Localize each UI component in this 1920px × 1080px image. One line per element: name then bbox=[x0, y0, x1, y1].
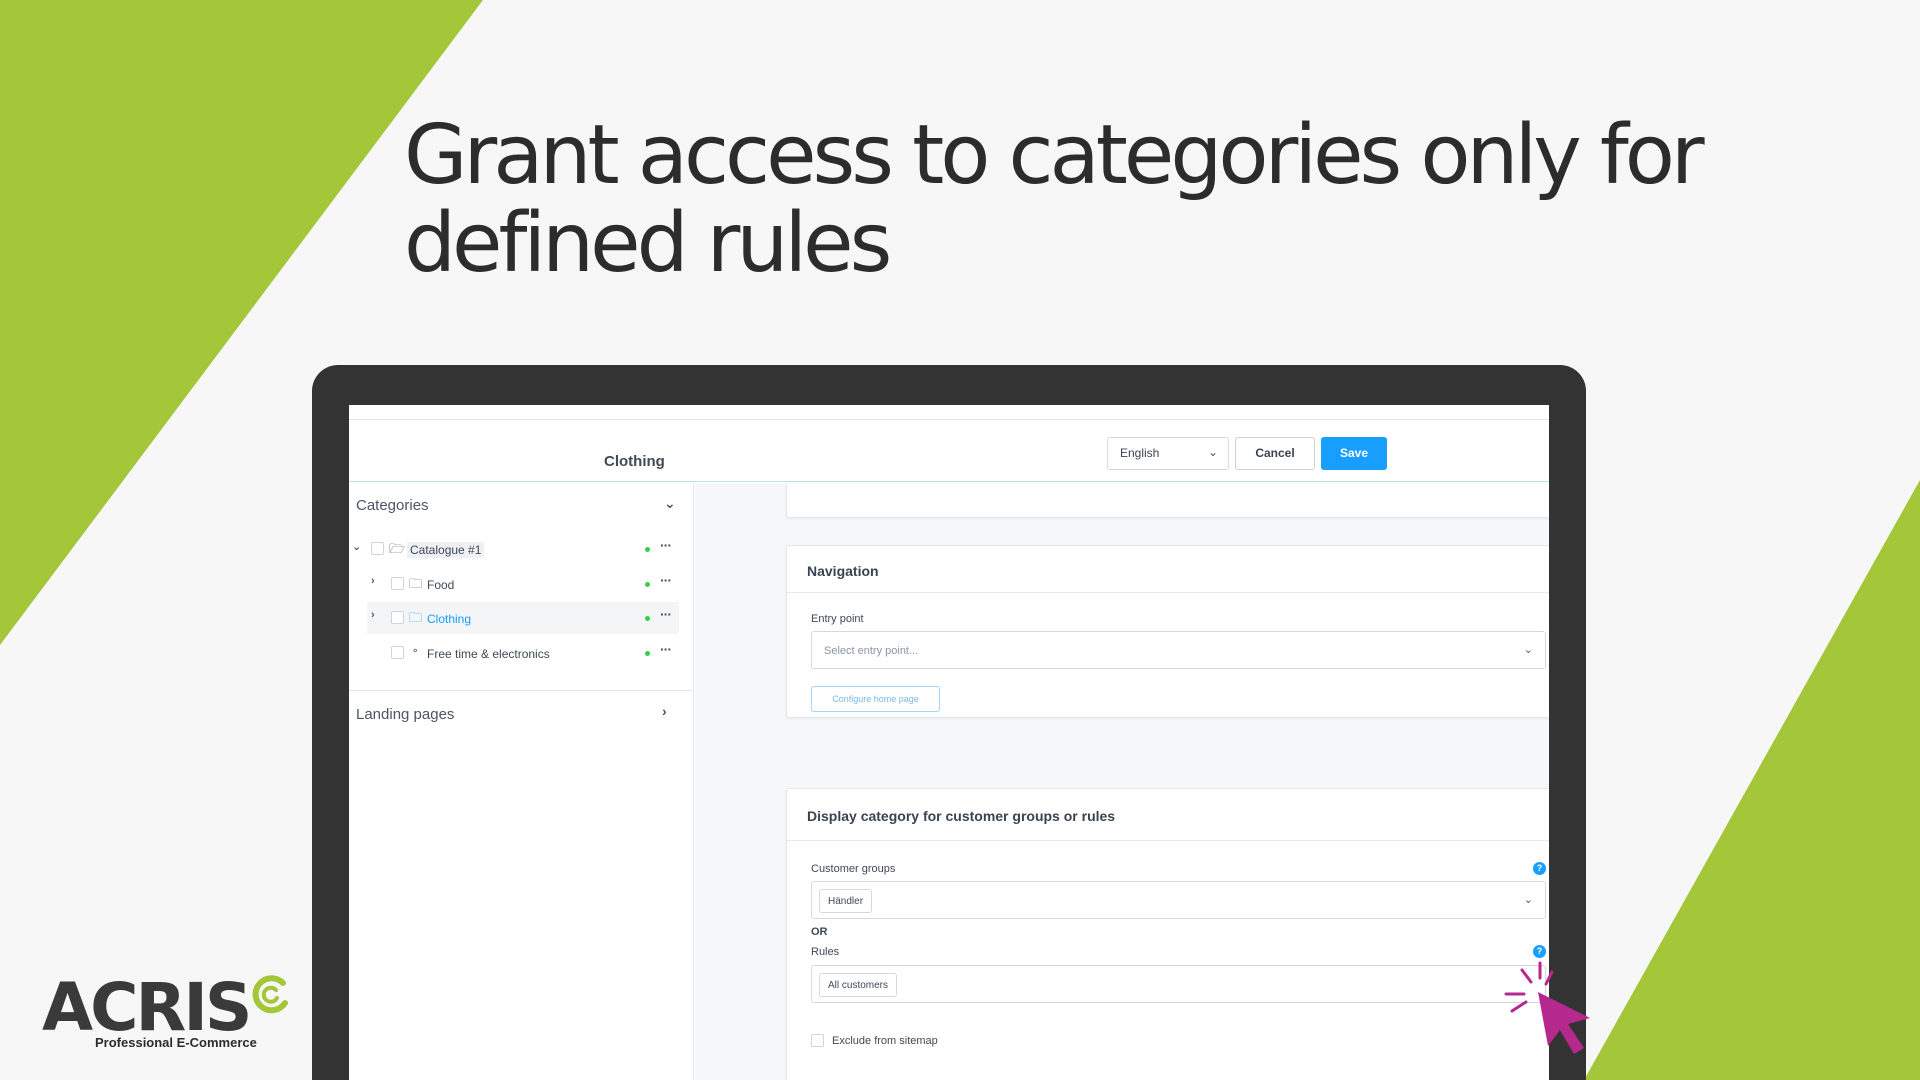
card-separator bbox=[787, 840, 1549, 841]
chevron-down-icon[interactable]: ⌄ bbox=[352, 540, 361, 553]
configure-home-page-button[interactable]: Configure home page bbox=[811, 686, 940, 712]
help-icon[interactable]: ? bbox=[1533, 862, 1546, 875]
toolbar: Clothing English ⌄ Cancel Save bbox=[349, 420, 1549, 482]
cursor-click-icon bbox=[1504, 961, 1590, 1054]
tree-item-free-time[interactable]: ⚬ Free time & electronics ··· bbox=[367, 637, 679, 669]
more-icon[interactable]: ··· bbox=[660, 537, 672, 553]
help-icon[interactable]: ? bbox=[1533, 945, 1546, 958]
exclude-sitemap-label: Exclude from sitemap bbox=[832, 1035, 938, 1047]
admin-screen: Clothing English ⌄ Cancel Save Categorie… bbox=[349, 405, 1549, 1080]
folder-icon: 🗀 bbox=[409, 576, 423, 591]
previous-card-bottom bbox=[786, 483, 1549, 518]
acris-logo: ACRIS Professional E-Commerce bbox=[42, 975, 302, 1055]
tree-checkbox[interactable] bbox=[391, 611, 404, 624]
logo-tagline: Professional E-Commerce bbox=[95, 1035, 257, 1050]
active-status-dot bbox=[645, 616, 650, 621]
tree-item-label: Catalogue #1 bbox=[407, 542, 485, 558]
card-title: Display category for customer groups or … bbox=[807, 808, 1116, 824]
page-title: Clothing bbox=[604, 453, 665, 470]
tree-checkbox[interactable] bbox=[391, 646, 404, 659]
tree-item-label: Free time & electronics bbox=[427, 647, 550, 661]
chevron-right-icon[interactable]: › bbox=[371, 575, 375, 587]
save-button[interactable]: Save bbox=[1321, 437, 1387, 470]
chevron-down-icon[interactable]: ⌄ bbox=[664, 495, 676, 512]
chevron-right-icon[interactable]: › bbox=[371, 609, 375, 621]
customer-group-chip[interactable]: Händler bbox=[819, 889, 873, 913]
customer-groups-select[interactable]: Händler ⌄ bbox=[811, 881, 1546, 919]
circle-icon: ⚬ bbox=[411, 646, 420, 657]
more-icon[interactable]: ··· bbox=[660, 572, 672, 588]
card-title: Navigation bbox=[807, 563, 879, 579]
rules-select[interactable]: All customers bbox=[811, 965, 1546, 1003]
green-triangle-right bbox=[1584, 480, 1920, 1080]
chevron-down-icon: ⌄ bbox=[1207, 445, 1218, 459]
cancel-button[interactable]: Cancel bbox=[1235, 437, 1315, 470]
more-icon[interactable]: ··· bbox=[660, 606, 672, 622]
exclude-sitemap-checkbox[interactable] bbox=[811, 1034, 824, 1047]
folder-open-icon: 🗁 bbox=[389, 541, 406, 556]
logo-wordmark: ACRIS bbox=[42, 969, 252, 1046]
active-status-dot bbox=[645, 547, 650, 552]
active-status-dot bbox=[645, 651, 650, 656]
rule-chip[interactable]: All customers bbox=[819, 973, 898, 997]
card-separator bbox=[787, 592, 1549, 593]
sidebar: Categories ⌄ ⌄ 🗁 Catalogue #1 ··· › 🗀 Fo… bbox=[349, 483, 694, 1080]
entry-point-label: Entry point bbox=[811, 613, 864, 625]
tree-item-catalogue[interactable]: ⌄ 🗁 Catalogue #1 ··· bbox=[349, 533, 679, 565]
landing-pages-heading[interactable]: Landing pages bbox=[356, 706, 454, 723]
chevron-down-icon: ⌄ bbox=[1523, 644, 1533, 656]
tree-checkbox[interactable] bbox=[371, 542, 384, 555]
tree-item-food[interactable]: › 🗀 Food ··· bbox=[367, 568, 679, 600]
entry-point-select[interactable]: Select entry point... ⌄ bbox=[811, 631, 1546, 669]
chevron-right-icon[interactable]: › bbox=[662, 703, 667, 719]
customer-groups-label: Customer groups bbox=[811, 863, 896, 875]
entry-point-placeholder: Select entry point... bbox=[824, 645, 919, 657]
language-select-value: English bbox=[1120, 446, 1160, 460]
tree-item-label: Food bbox=[427, 578, 455, 592]
or-label: OR bbox=[811, 926, 828, 938]
headline: Grant access to categories only for defi… bbox=[404, 108, 1705, 291]
language-select[interactable]: English ⌄ bbox=[1107, 437, 1229, 470]
tree-checkbox[interactable] bbox=[391, 577, 404, 590]
rules-label: Rules bbox=[811, 946, 840, 958]
categories-heading[interactable]: Categories bbox=[356, 497, 429, 514]
navigation-card: Navigation Entry point Select entry poin… bbox=[786, 545, 1549, 718]
more-icon[interactable]: ··· bbox=[660, 641, 672, 657]
folder-icon: 🗀 bbox=[409, 610, 423, 625]
display-category-card: Display category for customer groups or … bbox=[786, 788, 1549, 1080]
sidebar-divider bbox=[349, 690, 694, 691]
chevron-down-icon: ⌄ bbox=[1523, 894, 1533, 906]
tree-item-label: Clothing bbox=[427, 612, 472, 626]
logo-mark-icon bbox=[252, 975, 288, 1014]
tree-item-clothing[interactable]: › 🗀 Clothing ··· bbox=[367, 602, 679, 634]
active-status-dot bbox=[645, 582, 650, 587]
